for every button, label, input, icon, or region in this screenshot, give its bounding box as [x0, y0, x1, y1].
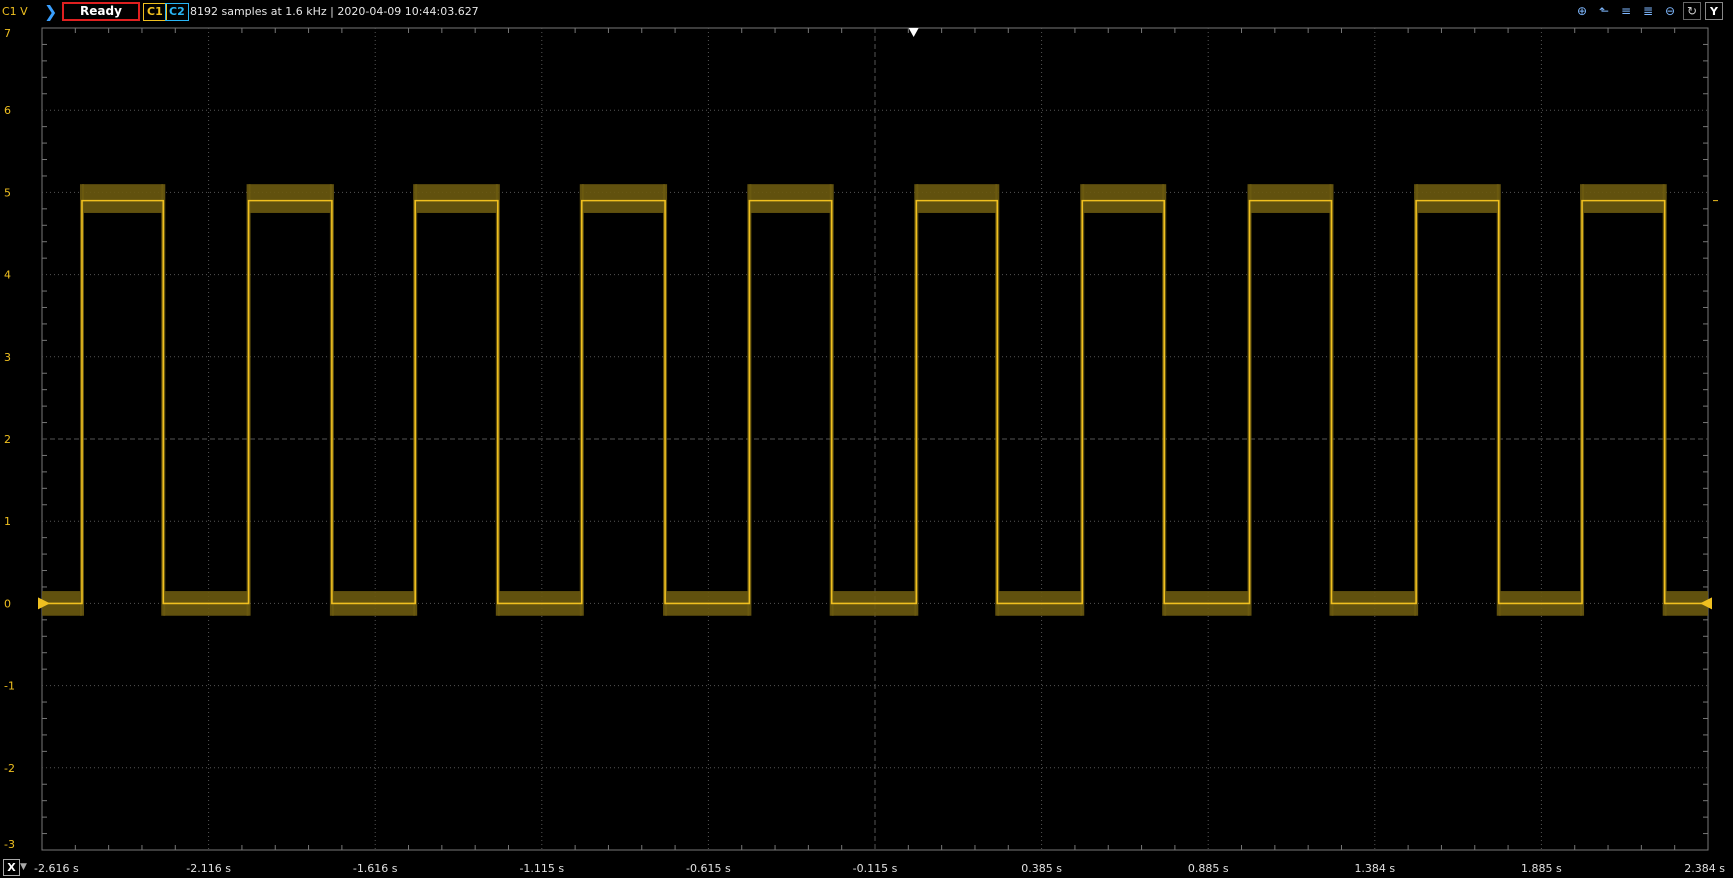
- signal-envelope: [749, 184, 832, 213]
- x-axis-button[interactable]: X: [3, 859, 20, 876]
- zoom-select-icon[interactable]: ⬑: [1595, 2, 1613, 20]
- x-tick-label: -1.115 s: [519, 862, 564, 875]
- x-tick-label: -0.115 s: [853, 862, 898, 875]
- signal-envelope: [916, 184, 998, 213]
- acquisition-info: 8192 samples at 1.6 kHz | 2020-04-09 10:…: [190, 5, 479, 18]
- status-badge[interactable]: Ready: [62, 2, 140, 21]
- toolbar: C1 V ❯ Ready C1 C2 8192 samples at 1.6 k…: [0, 0, 1733, 24]
- signal-envelope: [581, 184, 666, 213]
- oscilloscope-plot[interactable]: 7 6 5 4 3 2 1 0 -1 -2 -3 -2.616 s -2.116 s -1.616 s -1…: [0, 24, 1733, 878]
- signal-envelope: [1082, 184, 1165, 213]
- signal-envelope: [1249, 184, 1332, 213]
- x-tick-label: 1.384 s: [1354, 862, 1395, 875]
- x-tick-label: -1.616 s: [353, 862, 398, 875]
- chevron-down-icon[interactable]: ▼: [20, 859, 30, 876]
- x-tick-label: 1.885 s: [1521, 862, 1562, 875]
- signal-envelope: [248, 184, 332, 213]
- y-tick-label: 5: [4, 186, 11, 199]
- y-tick-label: 0: [4, 597, 11, 610]
- y-tick-label: -1: [4, 680, 15, 693]
- x-tick-label: 0.385 s: [1021, 862, 1062, 875]
- trigger-time-marker: [908, 28, 919, 37]
- signal-envelope: [415, 184, 498, 213]
- y-tick-label: -3: [4, 838, 15, 851]
- signal-envelope: [81, 184, 164, 213]
- y-tick-label: -2: [4, 762, 15, 775]
- channel-2-button[interactable]: C2: [165, 3, 189, 21]
- zoom-horizontal-icon[interactable]: ≡: [1617, 2, 1635, 20]
- zoom-toolbar: ⊕ ⬑ ≡ ≣ ⊖ ↻ Y: [1573, 2, 1723, 20]
- rotate-icon[interactable]: ↻: [1683, 2, 1701, 20]
- channel-1-button[interactable]: C1: [143, 3, 167, 21]
- zoom-out-icon[interactable]: ⊖: [1661, 2, 1679, 20]
- y-tick-label: 3: [4, 351, 11, 364]
- channel-unit-label: C1 V: [2, 5, 28, 18]
- play-arrow-icon[interactable]: ❯: [44, 3, 60, 21]
- x-tick-label: 2.384 s: [1684, 862, 1725, 875]
- x-tick-label: -2.616 s: [34, 862, 79, 875]
- y-tick-label: 4: [4, 269, 11, 282]
- y-tick-label: 6: [4, 104, 11, 117]
- signal-envelope: [1582, 184, 1665, 213]
- y-tick-label: 7: [4, 27, 11, 40]
- y-tick-label: 2: [4, 433, 11, 446]
- x-tick-label: 0.885 s: [1188, 862, 1229, 875]
- signal-envelope: [1416, 184, 1499, 213]
- y-tick-label: 1: [4, 515, 11, 528]
- zoom-in-icon[interactable]: ⊕: [1573, 2, 1591, 20]
- zoom-vertical-icon[interactable]: ≣: [1639, 2, 1657, 20]
- y-axis-button[interactable]: Y: [1705, 2, 1723, 20]
- x-tick-label: -2.116 s: [186, 862, 231, 875]
- x-tick-label: -0.615 s: [686, 862, 731, 875]
